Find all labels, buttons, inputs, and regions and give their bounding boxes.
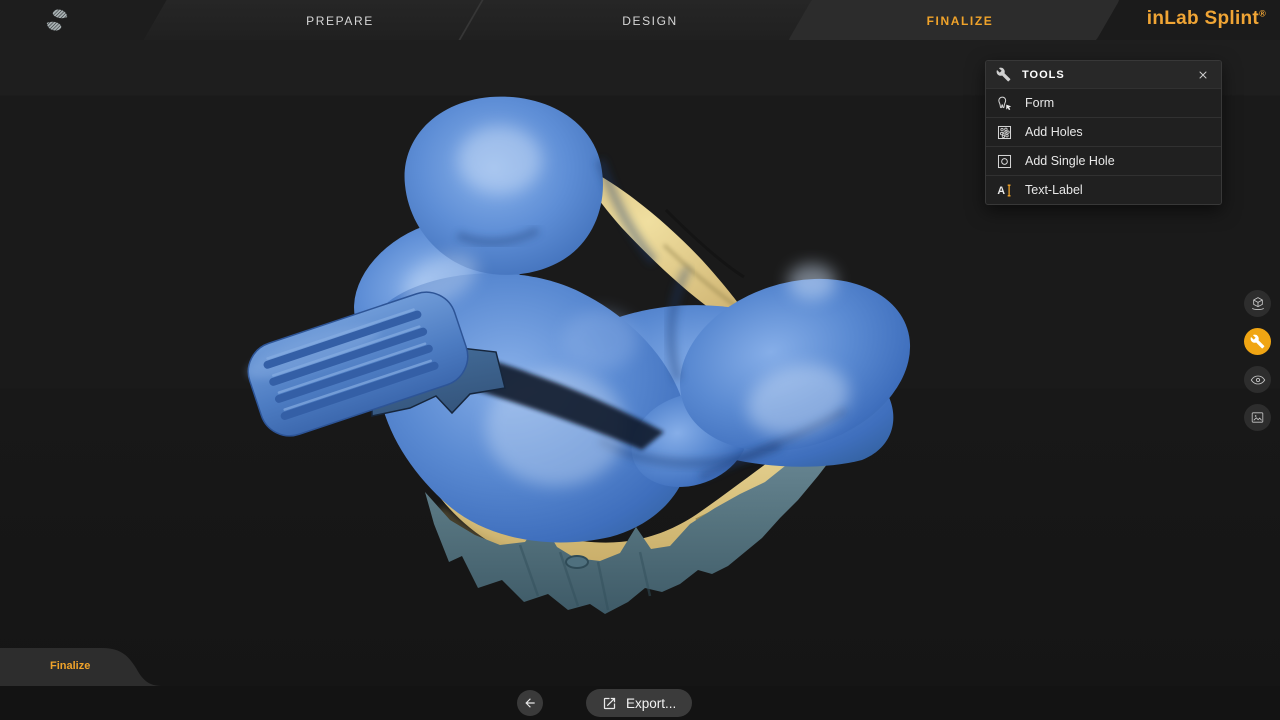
3d-viewport[interactable]: TOOLS Form: [0, 40, 1280, 686]
tool-item-label: Form: [1025, 96, 1054, 110]
tools-panel-title: TOOLS: [1022, 69, 1195, 81]
view-side-toolbar: [1244, 290, 1271, 431]
top-nav-bar: PREPARE DESIGN FINALIZE inLab Splint®: [0, 0, 1280, 40]
step-tab-label: Finalize: [50, 660, 90, 672]
topbar-left-segment: [0, 0, 170, 40]
tool-item-add-holes[interactable]: Add Holes: [986, 117, 1221, 146]
holes-grid-icon: [995, 123, 1013, 141]
close-icon[interactable]: [1195, 67, 1211, 83]
export-button[interactable]: Export...: [586, 689, 692, 717]
tab-prepare[interactable]: PREPARE: [306, 14, 374, 28]
tools-panel-header: TOOLS: [986, 61, 1221, 88]
tool-item-label: Add Holes: [1025, 125, 1083, 139]
tool-item-label: Add Single Hole: [1025, 154, 1115, 168]
bottom-action-bar: Export...: [0, 686, 1280, 720]
cube-icon: [1250, 296, 1266, 312]
text-label-icon: A: [995, 181, 1013, 199]
inlab-splint-window: PREPARE DESIGN FINALIZE inLab Splint®: [0, 0, 1280, 720]
tools-button[interactable]: [1244, 328, 1271, 355]
image-icon: [1250, 410, 1265, 425]
tool-item-form[interactable]: Form: [986, 88, 1221, 117]
tooth-cursor-icon: [995, 94, 1013, 112]
view-options-button[interactable]: [1244, 366, 1271, 393]
segment-divider: [455, 0, 487, 40]
open-in-new-icon: [602, 696, 617, 711]
dentsply-sirona-logo: [44, 7, 70, 33]
snapshot-button[interactable]: [1244, 404, 1271, 431]
back-button[interactable]: [517, 690, 543, 716]
single-hole-icon: [995, 152, 1013, 170]
arrow-left-icon: [523, 696, 537, 710]
tools-panel: TOOLS Form: [985, 60, 1222, 205]
svg-text:A: A: [997, 185, 1005, 197]
tool-item-add-single-hole[interactable]: Add Single Hole: [986, 146, 1221, 175]
wrench-icon: [1250, 334, 1265, 349]
tool-item-label: Text-Label: [1025, 183, 1083, 197]
eye-icon: [1250, 372, 1266, 388]
export-button-label: Export...: [626, 696, 676, 711]
app-title: inLab Splint®: [1147, 8, 1266, 30]
wrench-icon: [996, 67, 1012, 83]
tab-finalize[interactable]: FINALIZE: [927, 14, 994, 28]
tab-design[interactable]: DESIGN: [622, 14, 678, 28]
model-view-button[interactable]: [1244, 290, 1271, 317]
tool-item-text-label[interactable]: A Text-Label: [986, 175, 1221, 204]
